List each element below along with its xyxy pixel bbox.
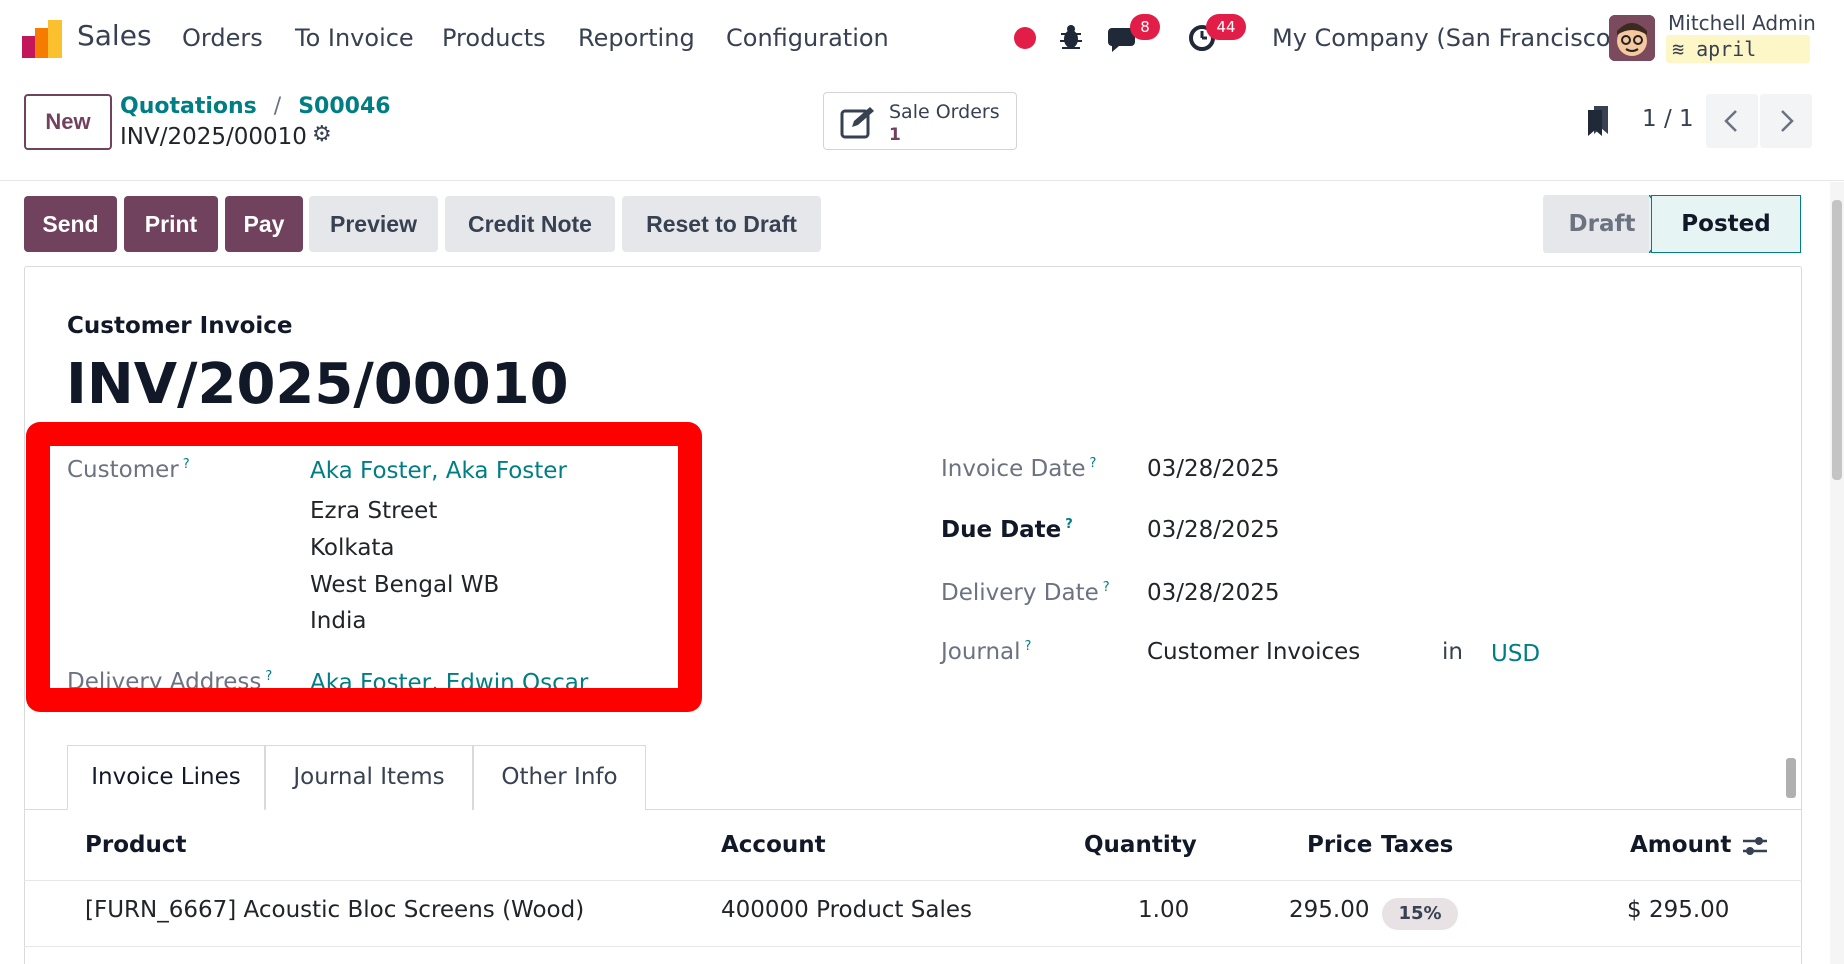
gear-icon[interactable]: ⚙: [312, 122, 332, 147]
database-chip: ≋ april: [1666, 35, 1810, 63]
line-amount: $ 295.00: [1627, 897, 1729, 923]
sales-app-icon[interactable]: [22, 20, 62, 58]
credit-note-button[interactable]: Credit Note: [445, 196, 615, 252]
chevron-right-icon: [1760, 94, 1812, 148]
line-quantity[interactable]: 1.00: [1138, 897, 1189, 923]
activities-badge: 44: [1206, 14, 1246, 40]
database-icon: ≋: [1672, 37, 1684, 61]
help-icon[interactable]: ?: [1065, 517, 1073, 532]
control-panel-divider: [0, 180, 1844, 181]
column-settings-icon[interactable]: [1741, 834, 1769, 858]
sale-orders-smart-button[interactable]: Sale Orders 1: [823, 92, 1017, 150]
app-name[interactable]: Sales: [77, 19, 152, 52]
due-date-field[interactable]: 03/28/2025: [1147, 517, 1280, 543]
menu-to-invoice[interactable]: To Invoice: [295, 24, 414, 52]
invoice-date-field[interactable]: 03/28/2025: [1147, 456, 1280, 482]
print-button[interactable]: Print: [124, 196, 218, 252]
smart-button-label: Sale Orders: [889, 101, 1000, 123]
record-name: INV/2025/00010: [120, 124, 307, 150]
column-product[interactable]: Product: [85, 832, 186, 858]
help-icon[interactable]: ?: [1090, 456, 1097, 471]
edit-icon: [840, 105, 876, 139]
tab-other-info[interactable]: Other Info: [473, 745, 646, 810]
help-icon[interactable]: ?: [1025, 639, 1032, 654]
menu-reporting[interactable]: Reporting: [578, 24, 695, 52]
stage-draft[interactable]: Draft: [1543, 195, 1661, 253]
line-product[interactable]: [FURN_6667] Acoustic Bloc Screens (Wood): [85, 897, 584, 923]
in-label: in: [1442, 639, 1463, 665]
row-divider: [24, 946, 1802, 947]
stage-posted[interactable]: Posted: [1651, 195, 1801, 253]
company-switcher[interactable]: My Company (San Francisco): [1272, 24, 1620, 52]
user-name[interactable]: Mitchell Admin: [1668, 11, 1816, 35]
due-date-label-text: Due Date: [941, 517, 1061, 543]
tab-invoice-lines[interactable]: Invoice Lines: [67, 745, 265, 810]
menu-configuration[interactable]: Configuration: [726, 24, 889, 52]
column-account[interactable]: Account: [721, 832, 826, 858]
journal-label: Journal?: [941, 639, 1031, 665]
bug-icon[interactable]: [1059, 24, 1083, 50]
breadcrumb-separator: /: [274, 94, 281, 119]
journal-field[interactable]: Customer Invoices: [1147, 639, 1360, 665]
chevron-left-icon: [1706, 94, 1758, 148]
menu-orders[interactable]: Orders: [182, 24, 263, 52]
line-tax-badge[interactable]: 15%: [1382, 898, 1458, 930]
new-button[interactable]: New: [24, 94, 112, 150]
invoice-date-label-text: Invoice Date: [941, 456, 1086, 482]
preview-button[interactable]: Preview: [309, 196, 438, 252]
breadcrumb-order[interactable]: S00046: [298, 94, 390, 119]
header-divider: [24, 880, 1802, 881]
tab-journal-items[interactable]: Journal Items: [265, 745, 473, 810]
document-type: Customer Invoice: [67, 313, 293, 339]
highlight-annotation: [26, 422, 702, 712]
user-avatar[interactable]: [1609, 15, 1655, 61]
journal-label-text: Journal: [941, 639, 1021, 665]
invoice-date-label: Invoice Date?: [941, 456, 1096, 482]
sheet-scrollbar-thumb[interactable]: [1786, 758, 1796, 798]
line-price[interactable]: 295.00: [1289, 897, 1369, 923]
smart-button-count: 1: [889, 125, 901, 145]
delivery-date-label: Delivery Date?: [941, 580, 1110, 606]
pager-next-button[interactable]: [1760, 94, 1812, 148]
bookmark-icon[interactable]: [1588, 106, 1610, 136]
column-quantity[interactable]: Quantity: [1084, 832, 1197, 858]
column-price[interactable]: Price: [1307, 832, 1372, 858]
column-taxes[interactable]: Taxes: [1381, 832, 1453, 858]
invoice-number-title: INV/2025/00010: [66, 352, 569, 417]
messages-badge: 8: [1130, 14, 1160, 40]
record-icon[interactable]: [1014, 27, 1036, 49]
breadcrumb-quotations[interactable]: Quotations: [120, 94, 257, 119]
breadcrumb: Quotations / S00046: [120, 94, 391, 119]
page-scrollbar-thumb[interactable]: [1832, 200, 1842, 480]
status-bar: Draft Posted: [1543, 195, 1801, 253]
pager-previous-button[interactable]: [1706, 94, 1758, 148]
delivery-date-field[interactable]: 03/28/2025: [1147, 580, 1280, 606]
delivery-date-label-text: Delivery Date: [941, 580, 1099, 606]
reset-to-draft-button[interactable]: Reset to Draft: [622, 196, 821, 252]
currency-field[interactable]: USD: [1491, 641, 1540, 667]
line-account[interactable]: 400000 Product Sales: [721, 897, 972, 923]
menu-products[interactable]: Products: [442, 24, 546, 52]
send-button[interactable]: Send: [24, 196, 117, 252]
due-date-label: Due Date?: [941, 517, 1073, 543]
pay-button[interactable]: Pay: [225, 196, 303, 252]
database-name: april: [1696, 37, 1756, 61]
column-amount[interactable]: Amount: [1630, 832, 1731, 858]
pager-value[interactable]: 1 / 1: [1642, 106, 1694, 132]
help-icon[interactable]: ?: [1103, 580, 1110, 595]
top-navbar: Sales Orders To Invoice Products Reporti…: [0, 0, 1844, 76]
